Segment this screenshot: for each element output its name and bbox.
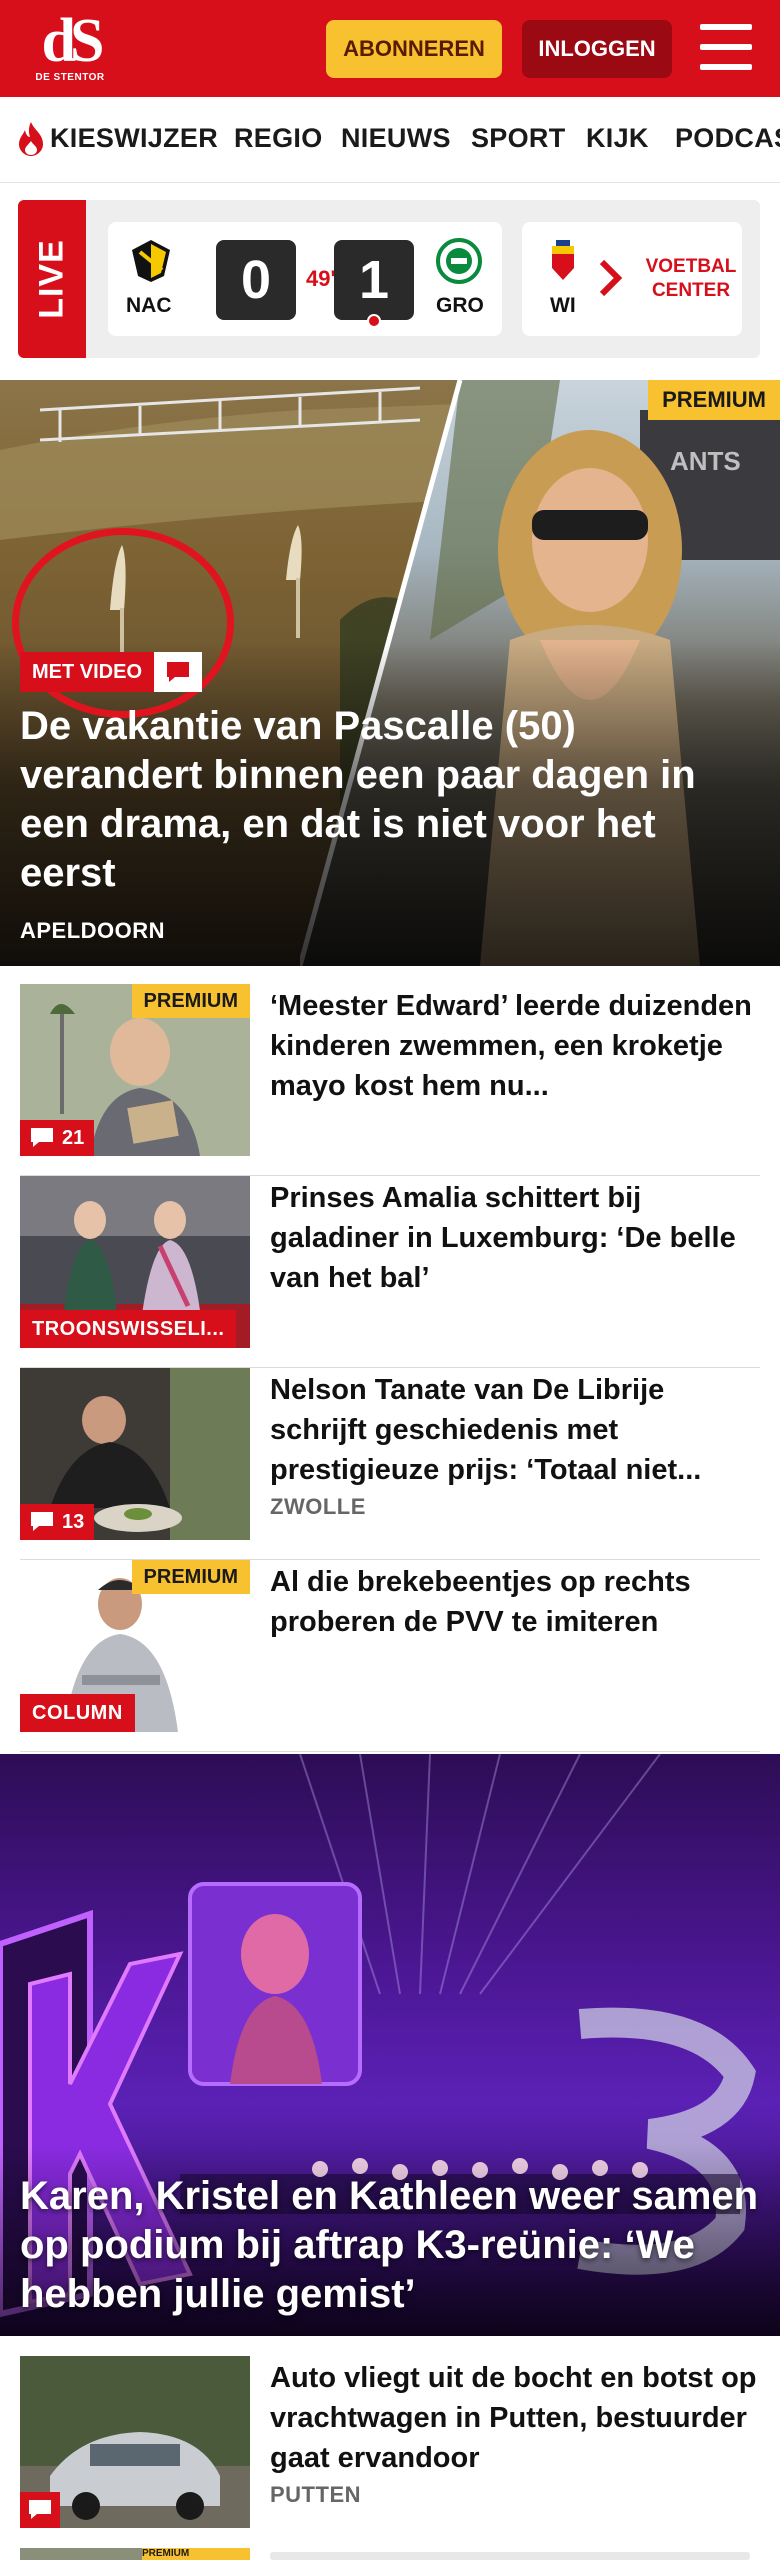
flame-icon [19, 122, 43, 156]
groningen-logo-icon [436, 238, 482, 284]
article-location: PUTTEN [270, 2482, 361, 2507]
video-play-icon [154, 652, 203, 692]
home-team-name: NAC [126, 294, 172, 317]
nav-item-nieuws[interactable]: NIEUWS [341, 123, 451, 154]
comment-icon [31, 1512, 53, 1531]
goal-indicator [367, 314, 381, 328]
article-title[interactable]: Prinses Amalia schittert bij galadiner i… [270, 1178, 760, 1298]
premium-badge: PREMIUM [648, 380, 780, 420]
home-score: 0 [216, 240, 296, 320]
hero-title[interactable]: De vakantie van Pascalle (50) verandert … [20, 702, 740, 898]
away-score: 1 [334, 240, 414, 320]
logo-subtitle: DE STENTOR [35, 72, 105, 83]
column-tag[interactable]: COLUMN [20, 1694, 135, 1732]
article-thumbnail [20, 2356, 250, 2528]
live-scores-bar: LIVE NAC 0 49' 1 GRO WI VOETBAL CENTER [18, 200, 760, 358]
comment-icon [31, 1128, 53, 1147]
comment-badge [20, 2492, 60, 2528]
article-title[interactable]: Al die brekebeentjes op rechts proberen … [270, 1562, 760, 1642]
nav-item-regio[interactable]: REGIO [234, 123, 323, 154]
premium-badge: PREMIUM [142, 2548, 250, 2560]
comment-icon [29, 2500, 51, 2519]
willem-ii-logo-icon [552, 240, 574, 280]
site-logo[interactable]: dS DE STENTOR [30, 7, 110, 88]
article-title[interactable]: Auto vliegt uit de bocht en botst op vra… [270, 2358, 760, 2478]
list-item[interactable]: PREMIUM 21 ‘Meester Edward’ leerde duize… [20, 984, 760, 1176]
nav-item-sport[interactable]: SPORT [471, 123, 566, 154]
chevron-right-icon[interactable] [596, 258, 624, 298]
nac-logo-icon [132, 240, 170, 282]
hero-article[interactable]: ANTS PREMIUM MET VIDEO De vakantie van P… [0, 380, 780, 966]
next-article-title-stub [270, 2552, 750, 2560]
comment-count: 13 [62, 1510, 85, 1533]
voetbal-center-button[interactable]: VOETBAL CENTER [640, 222, 742, 336]
hamburger-icon[interactable] [700, 24, 752, 70]
comment-count: 21 [62, 1126, 85, 1149]
hero-location: APELDOORN [20, 918, 166, 943]
premium-badge: PREMIUM [131, 1560, 250, 1594]
login-button[interactable]: INLOGGEN [522, 20, 672, 78]
nav-item-kieswijzer[interactable]: KIESWIJZER [50, 123, 218, 154]
article-title[interactable]: ‘Meester Edward’ leerde duizenden kinder… [270, 986, 760, 1106]
list-item[interactable]: 13 Nelson Tanate van De Librije schrijft… [20, 1368, 760, 1560]
article-location: ZWOLLE [270, 1494, 366, 1519]
topic-tag[interactable]: TROONSWISSELI... [20, 1310, 237, 1348]
feature-title[interactable]: Karen, Kristel en Kathleen weer samen op… [20, 2172, 770, 2319]
logo-mark: dS [41, 7, 105, 75]
match-minute: 49' [306, 266, 336, 291]
comment-count-badge: 13 [20, 1504, 95, 1540]
subscribe-button[interactable]: ABONNEREN [326, 20, 502, 78]
next-team-name: WI [550, 294, 576, 317]
video-badge: MET VIDEO [20, 652, 203, 692]
list-item[interactable]: Auto vliegt uit de bocht en botst op vra… [20, 2356, 760, 2556]
feature-article[interactable]: Karen, Kristel en Kathleen weer samen op… [0, 1754, 780, 2336]
list-item[interactable]: PREMIUM COLUMN Al die brekebeentjes op r… [20, 1560, 760, 1752]
next-article-thumbnail[interactable]: PREMIUM [20, 2548, 250, 2560]
top-header: dS DE STENTOR ABONNEREN INLOGGEN [0, 0, 780, 97]
video-badge-label: MET VIDEO [20, 652, 155, 692]
premium-badge: PREMIUM [131, 984, 250, 1018]
list-item[interactable]: TROONSWISSELI... Prinses Amalia schitter… [20, 1176, 760, 1368]
nav-item-kijk[interactable]: KIJK [586, 123, 649, 154]
article-thumbnail: PREMIUM 21 [20, 984, 250, 1156]
article-thumbnail: TROONSWISSELI... [20, 1176, 250, 1348]
nav-item-podcast[interactable]: PODCAS [675, 123, 780, 154]
match-card[interactable]: NAC 0 49' 1 GRO [108, 222, 502, 336]
comment-count-badge: 21 [20, 1120, 95, 1156]
main-nav: KIESWIJZER REGIO NIEUWS SPORT KIJK PODCA… [0, 97, 780, 183]
article-title[interactable]: Nelson Tanate van De Librije schrijft ge… [270, 1370, 760, 1490]
article-thumbnail: 13 [20, 1368, 250, 1540]
article-thumbnail: PREMIUM COLUMN [20, 1560, 250, 1732]
away-team-name: GRO [436, 294, 484, 317]
live-label: LIVE [18, 200, 86, 358]
